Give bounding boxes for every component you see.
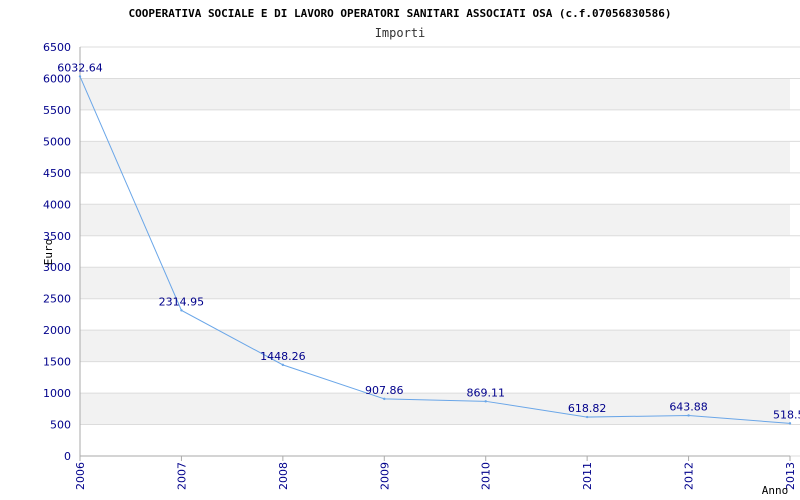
- data-label: 643.88: [669, 400, 708, 413]
- y-tick-label: 1000: [43, 387, 71, 400]
- data-point: [180, 309, 183, 312]
- x-tick-label: 2010: [480, 462, 493, 490]
- chart-title: COOPERATIVA SOCIALE E DI LAVORO OPERATOR…: [128, 7, 671, 20]
- data-point: [687, 414, 690, 417]
- y-axis-label: Euro: [42, 239, 55, 266]
- data-label: 518.5: [773, 408, 800, 421]
- data-point: [585, 415, 589, 419]
- y-tick-label: 4500: [43, 167, 71, 180]
- series-line: [79, 76, 791, 424]
- y-tick-label: 0: [64, 450, 71, 463]
- data-point: [281, 363, 285, 367]
- line-chart: 0500100015002000250030003500400045005000…: [42, 7, 800, 497]
- x-tick-label: 2012: [683, 462, 696, 490]
- data-point: [484, 400, 487, 403]
- data-point: [788, 422, 792, 425]
- x-tick-label: 2011: [581, 462, 594, 490]
- grid-band: [80, 141, 790, 173]
- x-axis-label: Anno: [762, 484, 789, 497]
- x-tick-labels: 2006 2007 2008 2009 2010 2011 2012 2013: [74, 462, 797, 490]
- y-tick-label: 2000: [43, 324, 71, 337]
- data-label: 2314.95: [159, 295, 205, 308]
- grid-band: [80, 330, 790, 362]
- x-tick-label: 2009: [378, 462, 391, 490]
- data-point: [78, 75, 82, 78]
- data-label: 6032.64: [57, 61, 103, 74]
- data-labels: 6032.64 2314.95 1448.26 907.86 869.11 618.82 6…: [57, 61, 800, 421]
- data-label: 907.86: [365, 384, 404, 397]
- data-label: 618.82: [568, 402, 607, 415]
- series-layer: [78, 75, 792, 425]
- data-label: 869.11: [466, 386, 505, 399]
- grid-band: [80, 78, 790, 110]
- data-point: [383, 397, 386, 401]
- x-tick-label: 2007: [175, 462, 188, 490]
- x-tick-label: 2006: [74, 462, 87, 490]
- y-tick-label: 500: [50, 419, 71, 432]
- y-tick-label: 6500: [43, 41, 71, 54]
- x-tick-label: 2008: [277, 462, 290, 490]
- y-tick-label: 5500: [43, 104, 71, 117]
- data-label: 1448.26: [260, 350, 306, 363]
- y-tick-label: 4000: [43, 198, 71, 211]
- y-tick-label: 5000: [43, 135, 71, 148]
- grid-band: [80, 204, 790, 236]
- y-tick-label: 1500: [43, 356, 71, 369]
- y-tick-label: 2500: [43, 293, 71, 306]
- background-bands: [80, 78, 790, 425]
- grid-band: [80, 267, 790, 299]
- chart-subtitle: Importi: [375, 26, 426, 40]
